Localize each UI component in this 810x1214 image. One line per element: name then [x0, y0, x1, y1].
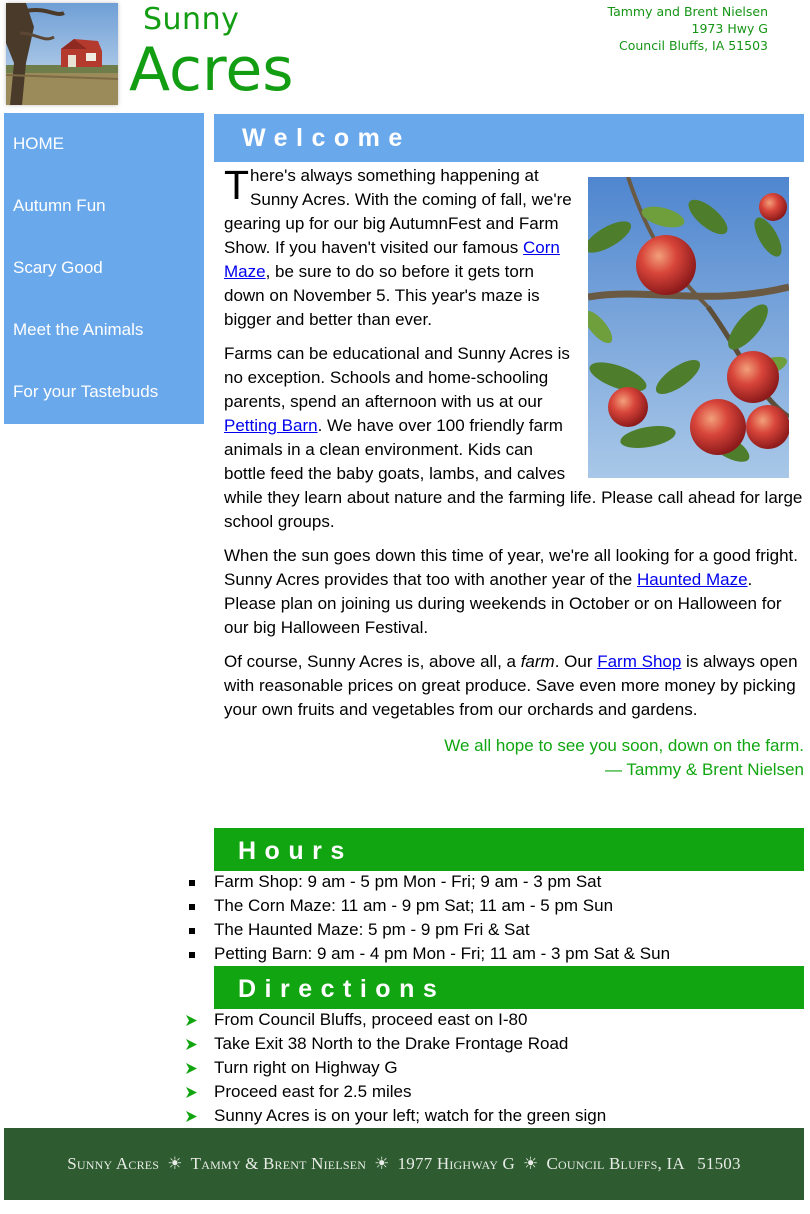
hours-item-text: The Corn Maze: 11 am - 9 pm Sat; 11 am -… [214, 896, 614, 915]
p1-text-after: , be sure to do so before it gets torn d… [224, 262, 540, 329]
welcome-heading: Welcome [214, 114, 804, 162]
p4-text-before: Of course, Sunny Acres is, above all, a [224, 652, 521, 671]
nav-link-tastebuds[interactable]: For your Tastebuds [4, 361, 204, 423]
p1-text-before: here's always something happening at Sun… [224, 166, 572, 257]
farm-logo-photo [6, 3, 118, 105]
address-names: Tammy and Brent Nielsen [607, 4, 768, 19]
footer-street: 1977 Highway G [397, 1154, 516, 1173]
list-item: Farm Shop: 9 am - 5 pm Mon - Fri; 9 am -… [186, 870, 670, 894]
hours-list: Farm Shop: 9 am - 5 pm Mon - Fri; 9 am -… [186, 870, 670, 966]
welcome-paragraph-4: Of course, Sunny Acres is, above all, a … [224, 650, 804, 722]
directions-item-text: Take Exit 38 North to the Drake Frontage… [214, 1034, 569, 1053]
p4-emphasis: farm [520, 652, 555, 671]
green-arrow-icon [186, 1087, 197, 1098]
directions-item-text: From Council Bluffs, proceed east on I-8… [214, 1010, 528, 1029]
green-arrow-icon [186, 1063, 197, 1074]
list-item: Take Exit 38 North to the Drake Frontage… [186, 1032, 606, 1056]
list-item: Petting Barn: 9 am - 4 pm Mon - Fri; 11 … [186, 942, 670, 966]
hours-item-text: Farm Shop: 9 am - 5 pm Mon - Fri; 9 am -… [214, 872, 602, 891]
footer-business-name: Sunny Acres [67, 1154, 160, 1173]
welcome-article: There's always something happening at Su… [224, 164, 804, 782]
sun-icon: ☀ [523, 1154, 539, 1173]
list-item: Sunny Acres is on your left; watch for t… [186, 1104, 606, 1128]
green-arrow-icon [186, 1039, 197, 1050]
list-item: From Council Bluffs, proceed east on I-8… [186, 1008, 606, 1032]
list-item: Turn right on Highway G [186, 1056, 606, 1080]
footer-city: Council Bluffs, IA 51503 [546, 1154, 741, 1173]
petting-barn-link[interactable]: Petting Barn [224, 416, 318, 435]
signoff: We all hope to see you soon, down on the… [224, 734, 804, 782]
footer: Sunny Acres ☀ Tammy & Brent Nielsen ☀ 19… [4, 1128, 804, 1200]
haunted-maze-link[interactable]: Haunted Maze [637, 570, 748, 589]
hours-item-text: The Haunted Maze: 5 pm - 9 pm Fri & Sat [214, 920, 530, 939]
nav-link-meet-the-animals[interactable]: Meet the Animals [4, 299, 204, 361]
directions-list: From Council Bluffs, proceed east on I-8… [186, 1008, 606, 1128]
hours-heading: Hours [214, 828, 804, 871]
farm-shop-link[interactable]: Farm Shop [597, 652, 681, 671]
footer-owners: Tammy & Brent Nielsen [190, 1154, 367, 1173]
directions-item-text: Sunny Acres is on your left; watch for t… [214, 1106, 607, 1125]
square-bullet-icon [189, 904, 195, 910]
welcome-paragraph-3: When the sun goes down this time of year… [224, 544, 804, 640]
sun-icon: ☀ [374, 1154, 390, 1173]
site-title-sunny: Sunny [143, 2, 240, 37]
dropcap-letter: T [224, 162, 250, 208]
green-arrow-icon [186, 1111, 197, 1122]
address-street: 1973 Hwy G [691, 21, 768, 36]
directions-item-text: Turn right on Highway G [214, 1058, 398, 1077]
sidebar-nav: HOME Autumn Fun Scary Good Meet the Anim… [4, 113, 204, 424]
p2-text-before: Farms can be educational and Sunny Acres… [224, 344, 570, 411]
square-bullet-icon [189, 928, 195, 934]
p4-text-middle: . Our [554, 652, 598, 671]
site-title-acres: Acres [129, 35, 294, 105]
directions-item-text: Proceed east for 2.5 miles [214, 1082, 412, 1101]
list-item: Proceed east for 2.5 miles [186, 1080, 606, 1104]
nav-link-home[interactable]: HOME [4, 113, 204, 175]
apple-tree-photo [588, 177, 789, 478]
list-item: The Corn Maze: 11 am - 9 pm Sat; 11 am -… [186, 894, 670, 918]
hours-item-text: Petting Barn: 9 am - 4 pm Mon - Fri; 11 … [214, 944, 671, 963]
square-bullet-icon [189, 952, 195, 958]
address-city: Council Bluffs, IA 51503 [618, 38, 768, 53]
nav-link-scary-good[interactable]: Scary Good [4, 237, 204, 299]
signoff-line-1: We all hope to see you soon, down on the… [444, 736, 804, 755]
square-bullet-icon [189, 880, 195, 886]
green-arrow-icon [186, 1015, 197, 1026]
header-address: Tammy and Brent Nielsen 1973 Hwy G Counc… [608, 3, 768, 54]
directions-heading: Directions [214, 966, 804, 1009]
list-item: The Haunted Maze: 5 pm - 9 pm Fri & Sat [186, 918, 670, 942]
nav-link-autumn-fun[interactable]: Autumn Fun [4, 175, 204, 237]
signoff-line-2: — Tammy & Brent Nielsen [604, 760, 804, 779]
sun-icon: ☀ [167, 1154, 183, 1173]
